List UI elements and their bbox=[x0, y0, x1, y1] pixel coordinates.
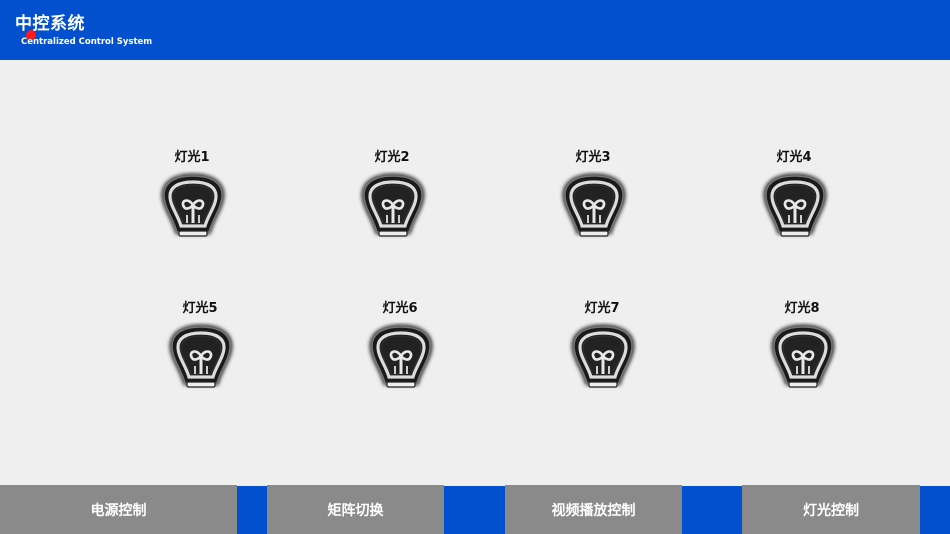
light-2-control[interactable]: 灯光2 bbox=[347, 146, 437, 256]
light-7-control[interactable]: 灯光7 bbox=[557, 297, 647, 407]
nav-power-control-button[interactable]: 电源控制 bbox=[0, 485, 237, 534]
light-6-control[interactable]: 灯光6 bbox=[355, 297, 445, 407]
light-8-label: 灯光8 bbox=[784, 301, 820, 316]
app-subtitle: Centralized Control System bbox=[21, 37, 153, 47]
light-bulb-icon[interactable] bbox=[366, 322, 436, 392]
app-title: 中控系统 bbox=[15, 14, 85, 34]
light-2-label: 灯光2 bbox=[374, 150, 410, 165]
light-bulb-icon[interactable] bbox=[358, 171, 428, 241]
app-header: 中控系统 Centralized Control System bbox=[0, 0, 950, 60]
light-1-label: 灯光1 bbox=[174, 150, 210, 165]
nav-video-playback-button[interactable]: 视频播放控制 bbox=[505, 485, 682, 534]
light-bulb-icon[interactable] bbox=[166, 322, 236, 392]
light-bulb-icon[interactable] bbox=[158, 171, 228, 241]
light-8-control[interactable]: 灯光8 bbox=[757, 297, 847, 407]
light-bulb-icon[interactable] bbox=[768, 322, 838, 392]
light-3-control[interactable]: 灯光3 bbox=[548, 146, 638, 256]
light-bulb-icon[interactable] bbox=[568, 322, 638, 392]
light-bulb-icon[interactable] bbox=[559, 171, 629, 241]
nav-lighting-control-button[interactable]: 灯光控制 bbox=[742, 485, 920, 534]
light-5-label: 灯光5 bbox=[182, 301, 218, 316]
light-1-control[interactable]: 灯光1 bbox=[147, 146, 237, 256]
light-3-label: 灯光3 bbox=[575, 150, 611, 165]
light-5-control[interactable]: 灯光5 bbox=[155, 297, 245, 407]
light-4-label: 灯光4 bbox=[776, 150, 812, 165]
light-bulb-icon[interactable] bbox=[760, 171, 830, 241]
nav-matrix-switch-button[interactable]: 矩阵切换 bbox=[267, 485, 444, 534]
light-7-label: 灯光7 bbox=[584, 301, 620, 316]
light-6-label: 灯光6 bbox=[382, 301, 418, 316]
light-4-control[interactable]: 灯光4 bbox=[749, 146, 839, 256]
